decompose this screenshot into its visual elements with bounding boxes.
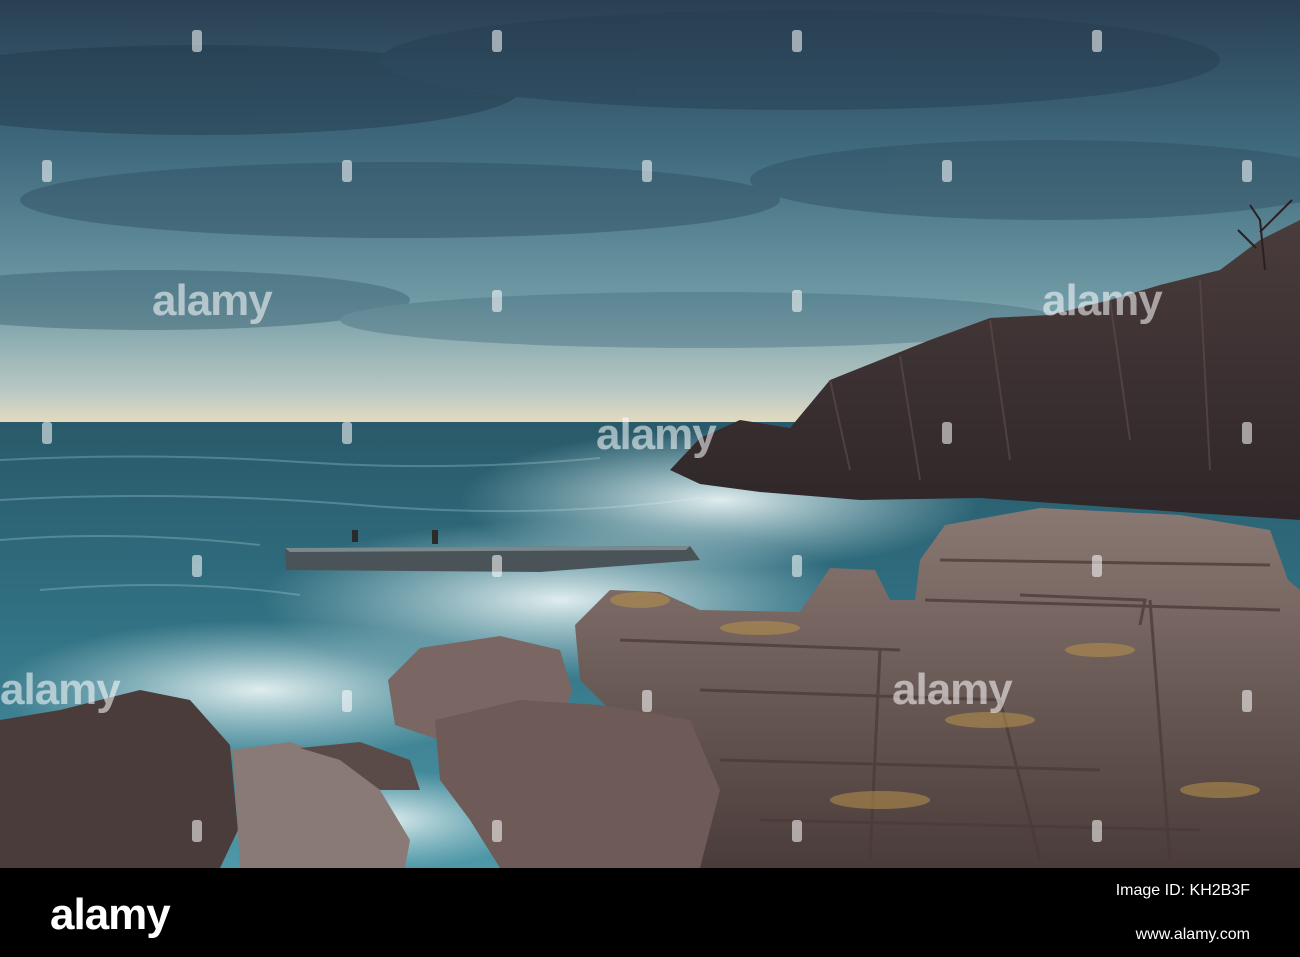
site-url[interactable]: www.alamy.com bbox=[1136, 926, 1250, 944]
stock-footer-bar: alamy Image ID: KH2B3F www.alamy.com bbox=[0, 868, 1300, 957]
image-id-label: Image ID: KH2B3F bbox=[1115, 882, 1250, 899]
seabird bbox=[352, 530, 358, 542]
coastal-seascape-photo bbox=[0, 0, 1300, 868]
alamy-logo: alamy bbox=[50, 890, 171, 939]
stock-photo-frame: alamy alamy alamy alamy alamy alamy Imag… bbox=[0, 0, 1300, 957]
seabird bbox=[432, 530, 438, 544]
